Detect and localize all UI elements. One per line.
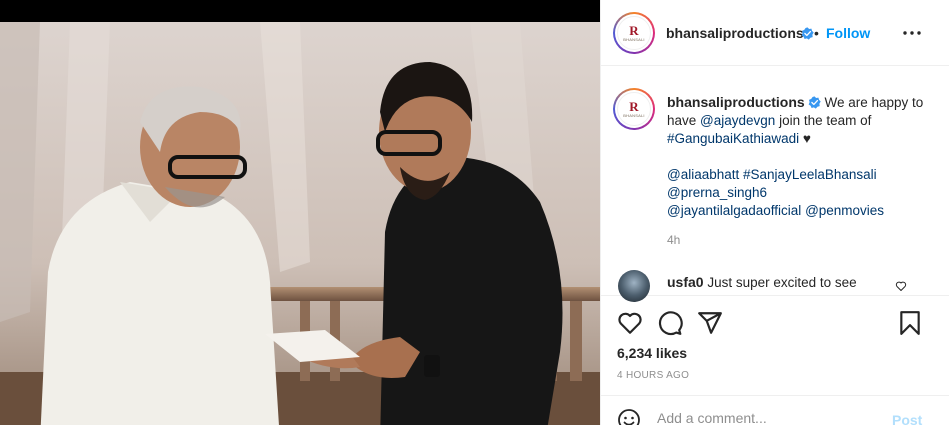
follow-button[interactable]: Follow xyxy=(826,25,870,41)
verified-badge-icon xyxy=(801,27,814,40)
mention-link[interactable]: @penmovies xyxy=(805,203,884,218)
post-actions xyxy=(601,296,949,352)
emoji-icon[interactable] xyxy=(617,408,641,425)
commenter-username[interactable]: usfa0 xyxy=(667,274,704,290)
caption-avatar[interactable]: R BHANSALI xyxy=(613,88,655,130)
separator-dot: • xyxy=(814,25,819,41)
hashtag-link[interactable]: #GangubaiKathiawadi xyxy=(667,131,799,146)
brand-logo: R BHANSALI xyxy=(617,92,651,126)
more-options-icon[interactable] xyxy=(900,21,924,45)
bookmark-icon[interactable] xyxy=(897,310,923,336)
profile-avatar[interactable]: R BHANSALI xyxy=(613,12,655,54)
post-header: R BHANSALI bhansaliproductions • Follow xyxy=(601,0,949,66)
add-comment-bar: Post xyxy=(601,395,949,425)
share-icon[interactable] xyxy=(697,310,723,336)
comment-item: usfa0 Just super excited to see xyxy=(667,273,897,292)
post-caption: bhansaliproductions We are happy to have… xyxy=(667,93,937,220)
caption-timestamp[interactable]: 4h xyxy=(667,233,680,247)
mention-link[interactable]: @aliaabhatt xyxy=(667,167,739,182)
likes-count[interactable]: 6,234 likes xyxy=(617,345,687,361)
post-timestamp[interactable]: 4 HOURS AGO xyxy=(617,370,689,381)
heart-icon[interactable] xyxy=(617,310,643,336)
post-comment-button[interactable]: Post xyxy=(892,412,922,425)
hashtag-link[interactable]: #SanjayLeelaBhansali xyxy=(743,167,877,182)
post-image xyxy=(0,22,600,425)
mention-link[interactable]: @ajaydevgn xyxy=(700,113,775,128)
comment-like-icon[interactable] xyxy=(895,280,907,292)
post-side-panel: R BHANSALI bhansaliproductions • Follow R… xyxy=(600,0,949,425)
brand-logo: R BHANSALI xyxy=(617,16,651,50)
heart-emoji: ♥ xyxy=(802,131,811,146)
caption-username[interactable]: bhansaliproductions xyxy=(667,94,805,110)
mention-link[interactable]: @jayantilalgadaofficial xyxy=(667,203,801,218)
post-username[interactable]: bhansaliproductions xyxy=(666,25,804,41)
caption-section: R BHANSALI bhansaliproductions We are hap… xyxy=(601,66,949,302)
verified-badge-icon xyxy=(808,96,821,109)
post-photo[interactable] xyxy=(0,22,600,425)
comment-icon[interactable] xyxy=(657,310,683,336)
comment-text: Just super excited to see xyxy=(707,275,857,290)
comment-input[interactable] xyxy=(657,410,877,425)
caption-text: join the team of xyxy=(779,113,872,128)
mention-link[interactable]: @prerna_singh6 xyxy=(667,185,767,200)
